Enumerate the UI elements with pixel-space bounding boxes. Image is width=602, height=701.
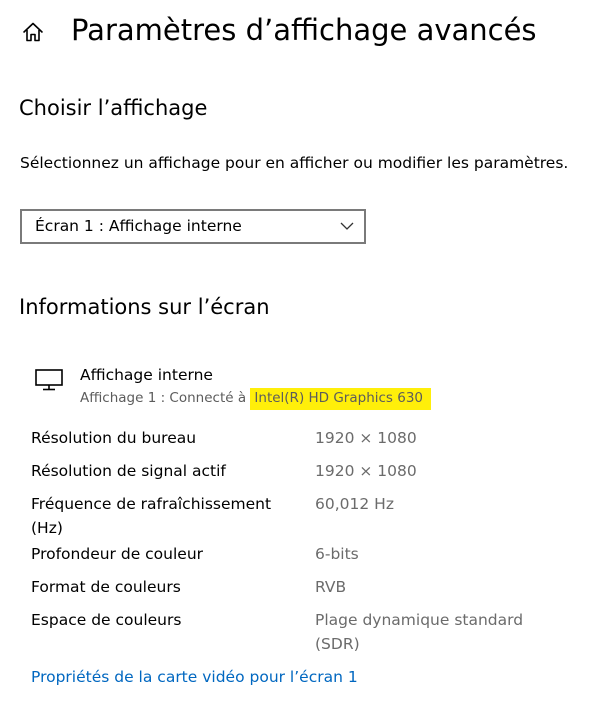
info-row-label: Résolution de signal actif <box>31 462 226 480</box>
screen-info-heading: Informations sur l’écran <box>19 295 270 319</box>
info-row-label: Espace de couleurs <box>31 611 182 629</box>
connection-prefix: Affichage 1 : Connecté à <box>80 390 251 406</box>
info-row-value: Plage dynamique standard (SDR) <box>315 611 524 653</box>
display-select-dropdown[interactable]: Écran 1 : Affichage interne <box>20 209 366 244</box>
choose-display-description: Sélectionnez un affichage pour en affich… <box>20 154 569 172</box>
info-row-label: Profondeur de couleur <box>31 545 204 563</box>
display-select-value: Écran 1 : Affichage interne <box>35 217 242 235</box>
info-row-value: 6-bits <box>315 545 359 563</box>
info-row-value: 60,012 Hz <box>315 495 394 513</box>
info-row-label: Résolution du bureau <box>31 429 197 447</box>
display-name: Affichage interne <box>80 366 213 384</box>
choose-display-heading: Choisir l’affichage <box>19 96 208 120</box>
display-connection: Affichage 1 : Connecté à Intel(R) HD Gra… <box>80 388 432 410</box>
info-row-value: 1920 × 1080 <box>315 429 417 447</box>
display-adapter-properties-link[interactable]: Propriétés de la carte vidéo pour l’écra… <box>31 665 358 689</box>
info-row-label: Format de couleurs <box>31 578 181 596</box>
home-icon[interactable] <box>21 20 45 44</box>
adapter-name-highlight: Intel(R) HD Graphics 630 <box>250 388 432 410</box>
info-row-value: RVB <box>315 578 347 596</box>
page-title: Paramètres d’affichage avancés <box>71 13 537 47</box>
chevron-down-icon <box>340 222 354 230</box>
monitor-icon <box>35 369 63 391</box>
info-row-label: Fréquence de rafraîchissement (Hz) <box>31 495 272 537</box>
info-row-value: 1920 × 1080 <box>315 462 417 480</box>
